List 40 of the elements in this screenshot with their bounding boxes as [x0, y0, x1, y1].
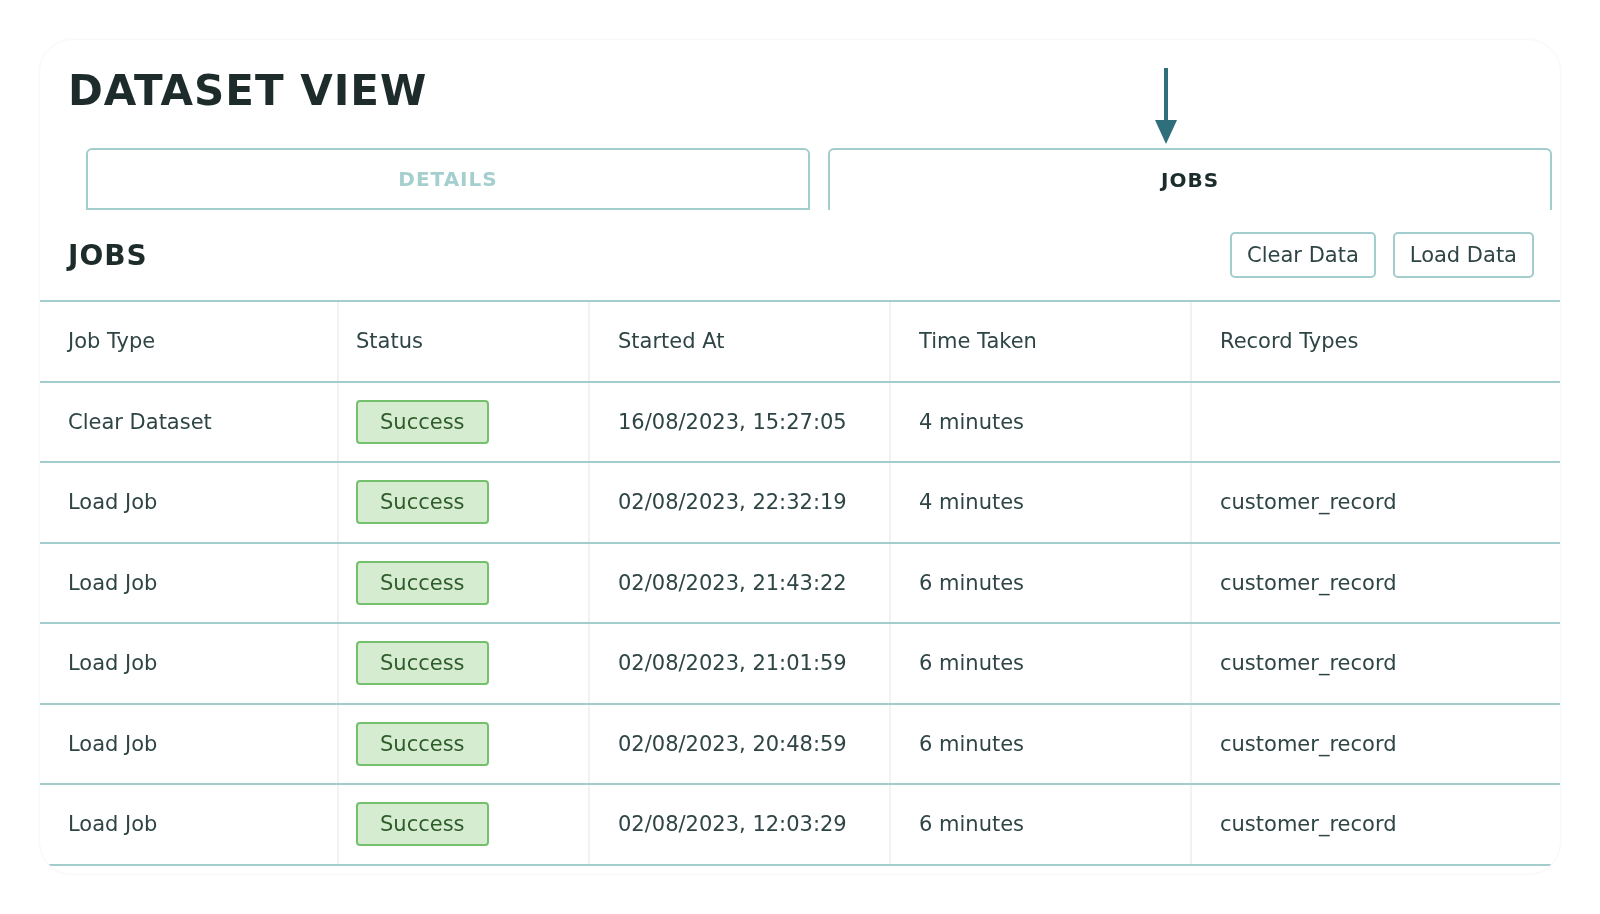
table-cell: customer_record [1220, 651, 1397, 676]
table-cell: customer_record [1220, 812, 1397, 837]
table-cell: 4 minutes [919, 490, 1025, 515]
tab[interactable]: JOBS [828, 148, 1552, 210]
column-header: Job Type [68, 329, 156, 354]
table-cell: Clear Dataset [68, 409, 212, 434]
table-cell: Load Job [68, 731, 158, 756]
status-badge: Success [356, 721, 489, 766]
action-button[interactable]: Clear Data [1230, 232, 1376, 278]
table-cell: 16/08/2023, 15:27:05 [618, 409, 847, 434]
section-title: JOBS [68, 238, 148, 272]
table-cell: customer_record [1220, 731, 1397, 756]
table-cell: Load Job [68, 570, 158, 595]
table-cell: 02/08/2023, 22:32:19 [618, 490, 847, 515]
status-badge: Success [356, 560, 489, 605]
status-badge: Success [356, 480, 489, 525]
column-header: Time Taken [919, 329, 1037, 354]
table-cell: 6 minutes [919, 651, 1025, 676]
table-cell: customer_record [1220, 490, 1397, 515]
table-cell: 6 minutes [919, 812, 1025, 837]
down-arrow-icon [1154, 68, 1178, 144]
table-cell: 02/08/2023, 21:01:59 [618, 651, 847, 676]
table-cell: Load Job [68, 651, 158, 676]
table-cell: Load Job [68, 812, 158, 837]
status-badge: Success [356, 641, 489, 686]
table-cell: Load Job [68, 490, 158, 515]
table-cell: 4 minutes [919, 409, 1025, 434]
table-cell: 6 minutes [919, 731, 1025, 756]
table-cell: customer_record [1220, 570, 1397, 595]
table-cell: 6 minutes [919, 570, 1025, 595]
table-cell: 02/08/2023, 21:43:22 [618, 570, 847, 595]
table-cell: 02/08/2023, 12:03:29 [618, 812, 847, 837]
status-badge: Success [356, 399, 489, 444]
column-header: Record Types [1220, 329, 1359, 354]
column-header: Status [356, 329, 423, 354]
action-button[interactable]: Load Data [1392, 232, 1534, 278]
status-badge: Success [356, 802, 489, 847]
column-header: Started At [618, 329, 725, 354]
page-title: DATASET VIEW [68, 66, 428, 115]
table-cell: 02/08/2023, 20:48:59 [618, 731, 847, 756]
